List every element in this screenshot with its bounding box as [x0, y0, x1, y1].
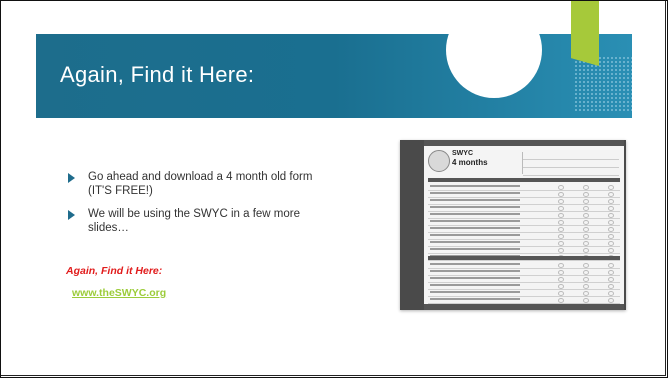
form-age-label: 4 months [452, 158, 488, 167]
form-paper: SWYC 4 months [424, 146, 624, 304]
form-rows-block-1 [428, 184, 620, 261]
swyc-logo-icon [428, 150, 450, 172]
bullet-item: We will be using the SWYC in a few more … [68, 208, 323, 235]
bullet-item: Go ahead and download a 4 month old form… [68, 171, 323, 198]
form-section-header [428, 256, 620, 260]
decorative-circle [446, 2, 542, 98]
bullet-list: Go ahead and download a 4 month old form… [68, 171, 323, 245]
bullet-arrow-icon [68, 173, 75, 183]
decorative-green-bar [571, 0, 599, 66]
bullet-text: We will be using the SWYC in a few more … [88, 208, 300, 234]
form-shadow-left [400, 140, 424, 310]
form-brand: SWYC [452, 150, 473, 157]
form-header-fields [522, 152, 619, 176]
form-section-header [428, 178, 620, 182]
bullet-text: Go ahead and download a 4 month old form… [88, 171, 313, 197]
swyc-form-image: SWYC 4 months [400, 140, 626, 310]
find-label: Again, Find it Here: [66, 265, 163, 277]
swyc-link[interactable]: www.theSWYC.org [72, 287, 166, 299]
dot-pattern [574, 56, 632, 112]
slide-title: Again, Find it Here: [60, 62, 255, 87]
form-rows-block-2 [428, 262, 620, 304]
form-shadow-right [624, 140, 626, 310]
bullet-arrow-icon [68, 210, 75, 220]
